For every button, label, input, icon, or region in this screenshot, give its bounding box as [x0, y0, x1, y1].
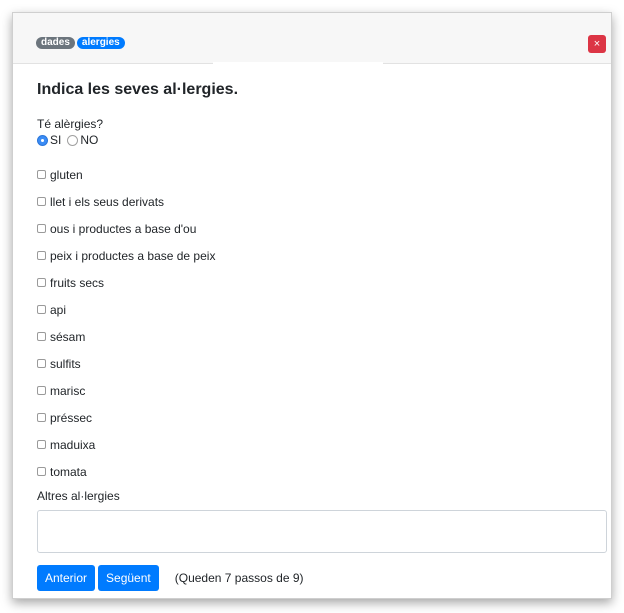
allergy-item[interactable]: peix i productes a base de peix: [37, 242, 601, 269]
allergy-item[interactable]: maduixa: [37, 431, 601, 458]
allergy-item[interactable]: préssec: [37, 404, 601, 431]
allergy-item-label: api: [50, 302, 67, 317]
previous-button[interactable]: Anterior: [37, 565, 96, 591]
allergy-item-label: gluten: [50, 167, 83, 182]
form-title: Indica les seves al·lergies.: [37, 81, 239, 98]
allergy-item-label: ous i productes a base d'ou: [50, 221, 197, 236]
radio-option-si[interactable]: SI: [37, 133, 61, 147]
breadcrumb-badges: dades alergies: [36, 37, 125, 49]
radio-no-label: NO: [80, 133, 99, 147]
checkbox[interactable]: [37, 224, 46, 233]
radio-si[interactable]: [37, 134, 48, 146]
badge-alergies[interactable]: alergies: [76, 37, 125, 49]
allergy-item-label: fruits secs: [50, 275, 105, 290]
allergy-item-label: préssec: [50, 410, 93, 425]
checkbox[interactable]: [37, 305, 46, 314]
allergy-item[interactable]: ous i productes a base d'ou: [37, 215, 601, 242]
checkbox[interactable]: [37, 332, 46, 341]
allergy-item[interactable]: api: [37, 296, 601, 323]
allergy-item[interactable]: fruits secs: [37, 269, 601, 296]
checkbox[interactable]: [37, 467, 46, 476]
allergy-item-label: peix i productes a base de peix: [50, 248, 216, 263]
checkbox[interactable]: [37, 413, 46, 422]
form-footer: Anterior Següent (Queden 7 passos de 9): [37, 565, 601, 591]
allergy-item[interactable]: sésam: [37, 323, 601, 350]
checkbox[interactable]: [37, 170, 46, 179]
allergy-item-label: sulfits: [50, 356, 81, 371]
radio-no[interactable]: [67, 134, 79, 146]
allergy-item-label: marisc: [50, 383, 86, 398]
checkbox[interactable]: [37, 197, 46, 206]
radio-option-no[interactable]: NO: [67, 133, 98, 147]
badge-dades[interactable]: dades: [36, 37, 75, 49]
allergy-item[interactable]: tomata: [37, 458, 601, 485]
allergy-item-label: tomata: [50, 464, 87, 479]
modal-header: dades alergies ×: [13, 13, 611, 64]
header-divider: [213, 62, 383, 64]
checkbox[interactable]: [37, 278, 46, 287]
checkbox[interactable]: [37, 386, 46, 395]
allergy-item[interactable]: llet i els seus derivats: [37, 188, 601, 215]
allergy-question: Té alèrgies?: [37, 117, 104, 131]
other-allergies-label: Altres al·lergies: [37, 489, 120, 503]
allergy-item-label: llet i els seus derivats: [50, 194, 165, 209]
close-button[interactable]: ×: [588, 35, 606, 53]
form-content: Indica les seves al·lergies. Té alèrgies…: [37, 79, 607, 591]
other-allergies-textarea[interactable]: [37, 510, 607, 553]
checkbox[interactable]: [37, 359, 46, 368]
allergy-checklist: gluten llet i els seus derivats ous i pr…: [37, 161, 601, 485]
next-button[interactable]: Següent: [98, 565, 159, 591]
modal-window: dades alergies × Indica les seves al·ler…: [12, 12, 612, 599]
checkbox[interactable]: [37, 440, 46, 449]
steps-remaining-text: (Queden 7 passos de 9): [174, 571, 304, 585]
allergy-item[interactable]: sulfits: [37, 350, 601, 377]
allergy-item-label: maduixa: [50, 437, 96, 452]
radio-si-label: SI: [50, 133, 62, 147]
allergy-radio-group: SI NO: [37, 133, 601, 147]
allergy-item-label: sésam: [50, 329, 86, 344]
checkbox[interactable]: [37, 251, 46, 260]
allergy-item[interactable]: gluten: [37, 161, 601, 188]
allergy-item[interactable]: marisc: [37, 377, 601, 404]
